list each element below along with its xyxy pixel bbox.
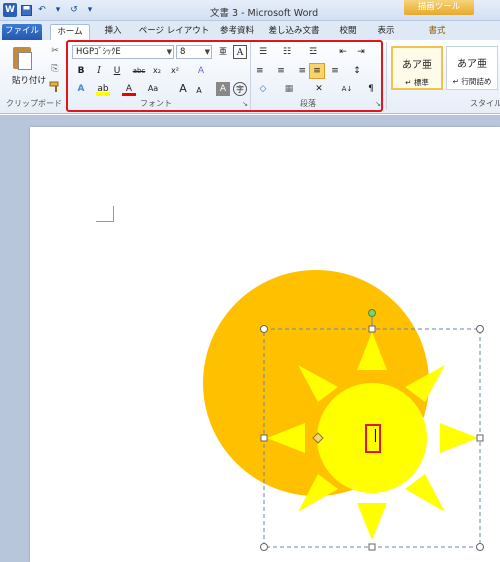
resize-handle[interactable] — [476, 434, 484, 442]
resize-handle[interactable] — [260, 434, 268, 442]
cursor-highlight-box — [365, 424, 381, 453]
resize-handle[interactable] — [260, 325, 268, 333]
resize-handle[interactable] — [368, 543, 376, 551]
sun-ray — [357, 503, 387, 540]
sun-ray — [440, 423, 478, 453]
resize-handle[interactable] — [260, 543, 268, 551]
resize-handle[interactable] — [476, 543, 484, 551]
rotation-handle[interactable] — [368, 309, 376, 317]
resize-handle[interactable] — [368, 325, 376, 333]
sun-ray — [405, 474, 445, 512]
word-window: W ↶ ▾ ↺ ▾ 文書 3 - Microsoft Word 描画ツール ファ… — [0, 0, 500, 562]
resize-handle[interactable] — [476, 325, 484, 333]
drawing-canvas — [203, 270, 484, 551]
